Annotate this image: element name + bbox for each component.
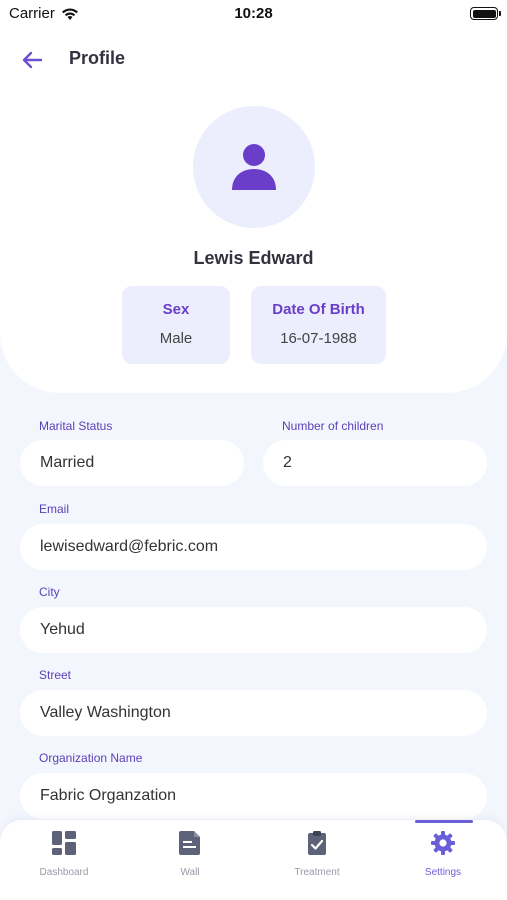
nav-item-settings[interactable]: Settings <box>393 820 493 900</box>
street-label: Street <box>39 668 72 682</box>
marital-status-label: Marital Status <box>39 419 113 433</box>
avatar[interactable] <box>193 106 315 228</box>
city-label: City <box>39 585 60 599</box>
dob-label: Date Of Birth <box>272 301 365 318</box>
nav-label-wall: Wall <box>180 867 200 878</box>
gear-icon <box>431 831 455 855</box>
organization-label: Organization Name <box>39 751 143 765</box>
marital-status-field[interactable]: Married <box>20 440 244 486</box>
sex-label: Sex <box>162 301 190 318</box>
back-button[interactable] <box>20 48 46 72</box>
bottom-nav: Dashboard Wall Treatment Settings <box>0 820 507 900</box>
nav-item-dashboard[interactable]: Dashboard <box>14 820 114 900</box>
arrow-left-icon <box>22 51 43 69</box>
status-time: 10:28 <box>234 5 273 22</box>
email-field[interactable]: lewisedward@febric.com <box>20 524 487 570</box>
nav-item-treatment[interactable]: Treatment <box>267 820 367 900</box>
status-bar: Carrier 10:28 <box>0 0 507 28</box>
children-label: Number of children <box>282 419 384 433</box>
email-label: Email <box>39 502 70 516</box>
street-field[interactable]: Valley Washington <box>20 690 487 736</box>
organization-field[interactable]: Fabric Organzation <box>20 773 487 819</box>
nav-label-settings: Settings <box>424 867 462 878</box>
children-field[interactable]: 2 <box>263 440 487 486</box>
dob-info-box: Date Of Birth 16-07-1988 <box>251 286 386 364</box>
nav-label-dashboard: Dashboard <box>39 867 89 878</box>
nav-item-wall[interactable]: Wall <box>140 820 240 900</box>
sex-value: Male <box>159 330 193 347</box>
battery-icon <box>470 7 501 20</box>
dob-value: 16-07-1988 <box>280 330 357 347</box>
user-name: Lewis Edward <box>193 248 314 268</box>
wall-icon <box>179 831 200 855</box>
sex-info-box: Sex Male <box>122 286 230 364</box>
city-field[interactable]: Yehud <box>20 607 487 653</box>
nav-label-treatment: Treatment <box>294 867 340 878</box>
user-icon <box>232 144 276 190</box>
page-title: Profile <box>69 48 126 68</box>
treatment-icon <box>308 831 326 855</box>
dashboard-icon <box>52 831 76 855</box>
